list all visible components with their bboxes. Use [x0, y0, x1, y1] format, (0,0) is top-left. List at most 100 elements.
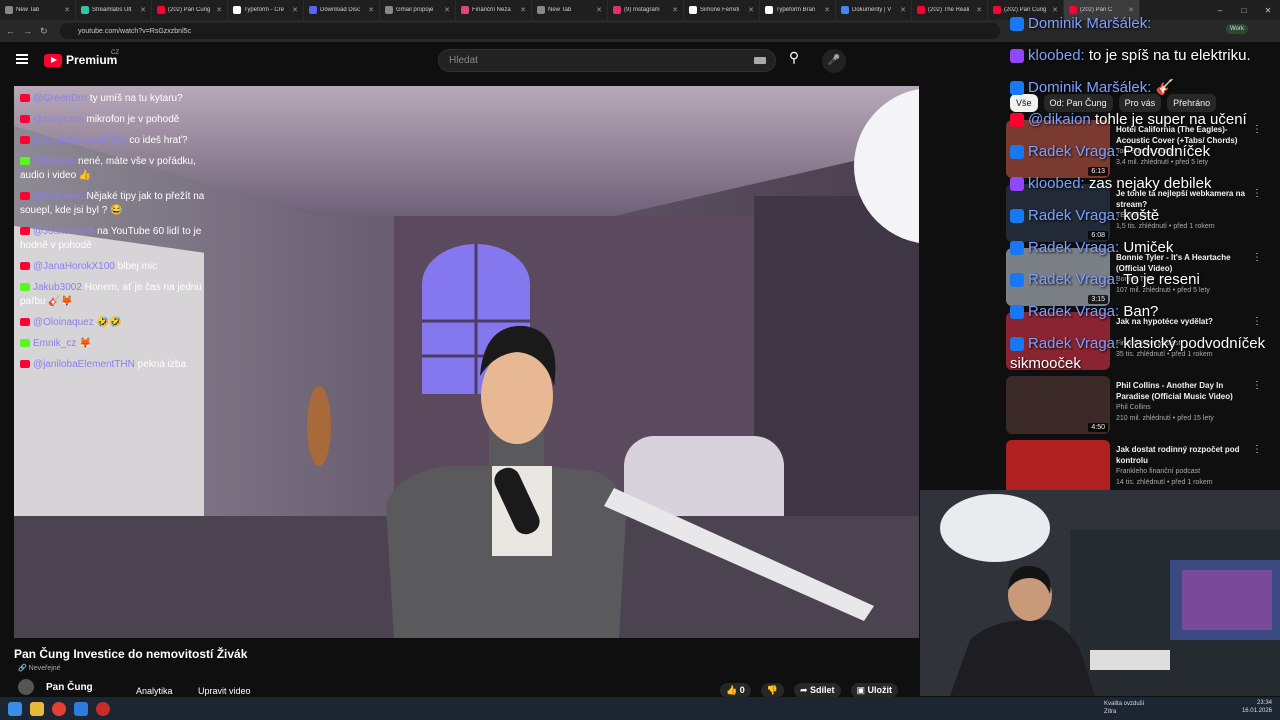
- tab-close-icon[interactable]: ✕: [368, 6, 374, 14]
- microphone-icon[interactable]: 🎤: [822, 49, 846, 73]
- recommendation-title[interactable]: Je tohle ta nejlepší webkamera na stream…: [1116, 188, 1256, 210]
- close-icon[interactable]: ✕: [1256, 6, 1280, 15]
- browser-tab[interactable]: Simone Ferreti ✕: [684, 0, 760, 20]
- tab-close-icon[interactable]: ✕: [140, 6, 146, 14]
- maximize-icon[interactable]: □: [1232, 6, 1256, 15]
- tab-close-icon[interactable]: ✕: [520, 6, 526, 14]
- start-icon[interactable]: [8, 701, 22, 716]
- search-input[interactable]: Hledat: [438, 49, 776, 72]
- filter-chip[interactable]: Pro vás: [1118, 94, 1162, 112]
- kick-icon: [20, 157, 30, 166]
- tab-close-icon[interactable]: ✕: [444, 6, 450, 14]
- app-icon[interactable]: [96, 701, 110, 716]
- video-thumbnail[interactable]: 4:50: [1006, 376, 1110, 434]
- browser-tab[interactable]: (9) Instagram ✕: [608, 0, 684, 20]
- more-options-icon[interactable]: ⋮: [1252, 252, 1262, 263]
- more-options-icon[interactable]: ⋮: [1252, 444, 1262, 455]
- browser-tab[interactable]: Download Disc ✕: [304, 0, 380, 20]
- forward-icon[interactable]: →: [23, 26, 32, 36]
- like-button[interactable]: 👍 0: [720, 683, 751, 698]
- video-thumbnail[interactable]: 6:08: [1006, 184, 1110, 242]
- more-options-icon[interactable]: ⋮: [1252, 380, 1262, 391]
- recommendation-item[interactable]: 6:08 Je tohle ta nejlepší webkamera na st…: [1006, 184, 1268, 248]
- recommendation-item[interactable]: 3:15 Bonnie Tyler - It's A Heartache (Off…: [1006, 248, 1268, 312]
- recommendation-title[interactable]: Bonnie Tyler - It's A Heartache (Officia…: [1116, 252, 1256, 274]
- tab-favicon-icon: [81, 6, 89, 14]
- more-options-icon[interactable]: ⋮: [1252, 124, 1262, 135]
- browser-tab[interactable]: Finanční Nezá ✕: [456, 0, 532, 20]
- tab-close-icon[interactable]: ✕: [900, 6, 906, 14]
- recommendation-channel[interactable]: Frankleho finanční podcast: [1116, 468, 1200, 475]
- browser-tab[interactable]: New Tab ✕: [532, 0, 608, 20]
- video-thumbnail[interactable]: 3:15: [1006, 248, 1110, 306]
- reload-icon[interactable]: ↻: [40, 26, 48, 37]
- youtube-logo[interactable]: Premium CZ: [44, 50, 119, 67]
- recommendation-channel[interactable]: Bonnie Tyler: [1116, 276, 1155, 283]
- browser-tab[interactable]: (202) Pan Čung ✕: [152, 0, 228, 20]
- recommendation-title[interactable]: Phil Collins - Another Day In Paradise (…: [1116, 380, 1256, 402]
- keyboard-icon[interactable]: [754, 57, 766, 64]
- tab-close-icon[interactable]: ✕: [216, 6, 222, 14]
- file-explorer-icon[interactable]: [30, 701, 44, 716]
- save-button[interactable]: ▣ Uložit: [850, 683, 899, 698]
- youtube-icon: [20, 262, 30, 271]
- tab-close-icon[interactable]: ✕: [292, 6, 298, 14]
- store-icon[interactable]: [74, 701, 88, 716]
- filter-chip[interactable]: Vše: [1010, 94, 1038, 112]
- recommendation-channel[interactable]: Finanční Nezávislost: [1116, 340, 1181, 347]
- tab-favicon-icon: [461, 6, 469, 14]
- chrome-icon[interactable]: [52, 701, 66, 716]
- tab-close-icon[interactable]: ✕: [1128, 6, 1134, 14]
- browser-tab[interactable]: New Tab ✕: [0, 0, 76, 20]
- analytics-button[interactable]: Analytika: [132, 684, 177, 698]
- tab-close-icon[interactable]: ✕: [824, 6, 830, 14]
- tab-close-icon[interactable]: ✕: [1052, 6, 1058, 14]
- filter-chip[interactable]: Přehráno: [1167, 94, 1217, 112]
- chat-username: Jakub3002: [33, 282, 82, 293]
- dislike-button[interactable]: 👎: [760, 683, 784, 698]
- webcam-overlay: [920, 490, 1280, 696]
- chat-username: @janilobaElementTHN: [33, 359, 135, 370]
- browser-tab[interactable]: Typeform Bran ✕: [760, 0, 836, 20]
- tab-close-icon[interactable]: ✕: [748, 6, 754, 14]
- browser-tab[interactable]: Gmail propoje ✕: [380, 0, 456, 20]
- channel-name[interactable]: Pan Čung: [46, 682, 93, 693]
- recommendation-title[interactable]: Jak na hypotéce vydělat?: [1116, 316, 1256, 327]
- recommendation-channel[interactable]: Phil Collins: [1116, 404, 1151, 411]
- tab-close-icon[interactable]: ✕: [672, 6, 678, 14]
- recommendation-title[interactable]: Jak dostat rodinný rozpočet pod kontrolu: [1116, 444, 1256, 466]
- browser-tab[interactable]: (202) Pan Č ✕: [1064, 0, 1140, 20]
- tab-close-icon[interactable]: ✕: [596, 6, 602, 14]
- back-icon[interactable]: ←: [6, 26, 15, 36]
- tab-close-icon[interactable]: ✕: [64, 6, 70, 14]
- tab-close-icon[interactable]: ✕: [976, 6, 982, 14]
- video-thumbnail[interactable]: [1006, 312, 1110, 370]
- tab-title: Typeform Bran: [776, 7, 816, 13]
- recommendation-item[interactable]: 4:50 Phil Collins - Another Day In Paradi…: [1006, 376, 1268, 440]
- chat-text: blbej mic: [117, 261, 158, 272]
- edit-video-button[interactable]: Upravit video: [194, 684, 255, 698]
- more-options-icon[interactable]: ⋮: [1252, 188, 1262, 199]
- weather-widget[interactable]: Kvalita ovzduší Zítra: [1104, 700, 1144, 716]
- recommendation-channel[interactable]: TECHFEED: [1116, 212, 1154, 219]
- share-button[interactable]: ➦ Sdílet: [793, 683, 841, 698]
- url-field[interactable]: youtube.com/watch?v=RsGzxzbnl5c: [60, 23, 1000, 39]
- browser-tab[interactable]: Streamlabs Ult ✕: [76, 0, 152, 20]
- browser-tab[interactable]: Typeform - Cre ✕: [228, 0, 304, 20]
- recommendation-item[interactable]: 6:13 Hotel California (The Eagles)- Acous…: [1006, 120, 1268, 184]
- minimize-icon[interactable]: –: [1208, 6, 1232, 15]
- recommendation-title[interactable]: Hotel California (The Eagles)- Acoustic …: [1116, 124, 1256, 146]
- video-thumbnail[interactable]: 6:13: [1006, 120, 1110, 178]
- search-button[interactable]: ⚲: [778, 49, 810, 72]
- browser-tab[interactable]: (202) Pan Čung ✕: [988, 0, 1064, 20]
- channel-avatar[interactable]: [18, 679, 34, 695]
- recommendation-item[interactable]: Jak na hypotéce vydělat? Finanční Nezávis…: [1006, 312, 1268, 376]
- more-options-icon[interactable]: ⋮: [1252, 316, 1262, 327]
- system-clock[interactable]: 23:34 16.01.2026: [1242, 699, 1272, 715]
- hamburger-menu-icon[interactable]: [16, 54, 28, 64]
- filter-chip[interactable]: Od: Pan Čung: [1043, 94, 1113, 112]
- browser-tab[interactable]: Dokumenty | V ✕: [836, 0, 912, 20]
- recommendation-channel[interactable]: Tom Strahle Guitar: [1116, 148, 1174, 155]
- profile-badge[interactable]: Work: [1226, 24, 1248, 34]
- browser-tab[interactable]: (202) The Reali ✕: [912, 0, 988, 20]
